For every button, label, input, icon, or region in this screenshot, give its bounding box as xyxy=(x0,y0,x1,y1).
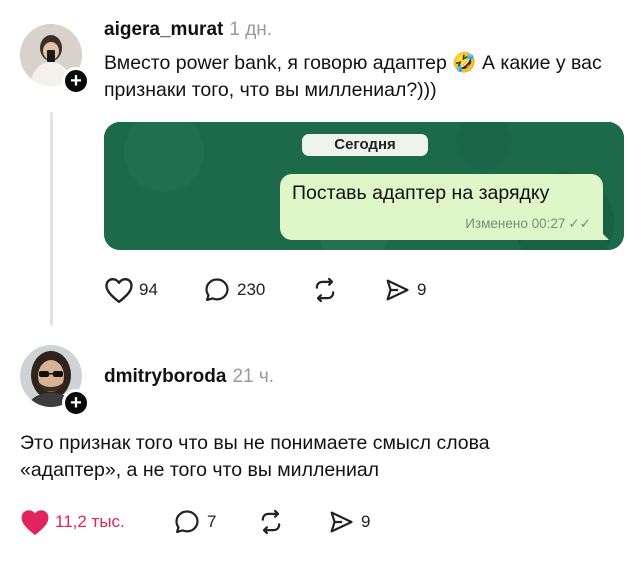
timestamp[interactable]: 1 дн. xyxy=(229,19,272,40)
double-check-icon: ✓✓ xyxy=(568,216,591,231)
share-count: 9 xyxy=(417,280,427,299)
post-image[interactable]: Сегодня Поставь адаптер на зарядку Измен… xyxy=(104,122,624,250)
comment-icon xyxy=(205,278,229,302)
heart-icon xyxy=(105,277,133,304)
bubble-tail xyxy=(599,230,609,240)
heart-icon xyxy=(21,510,49,535)
emoji: 🤣 xyxy=(452,52,477,74)
send-icon xyxy=(386,279,409,301)
like-button[interactable]: 94 xyxy=(104,275,158,305)
reply-count: 7 xyxy=(207,512,217,531)
share-button[interactable]: 9 xyxy=(382,275,426,305)
like-count: 94 xyxy=(139,280,158,299)
follow-plus-button[interactable]: + xyxy=(62,67,90,95)
post-header: dmitryboroda 21 ч. xyxy=(104,366,274,388)
share-count: 9 xyxy=(361,512,371,531)
repost-button[interactable] xyxy=(256,507,286,537)
chat-message: Поставь адаптер на зарядку xyxy=(292,182,550,204)
repost-icon xyxy=(261,509,281,535)
reply-count: 230 xyxy=(237,280,266,299)
reply-button[interactable]: 230 xyxy=(202,275,265,305)
thread-line xyxy=(50,112,53,326)
repost-button[interactable] xyxy=(310,275,340,305)
post-actions: 11,2 тыс. 7 9 xyxy=(20,507,540,537)
username[interactable]: dmitryboroda xyxy=(104,366,226,387)
edited-label: Изменено 00:27 xyxy=(465,216,566,231)
send-icon xyxy=(330,511,353,533)
post-text: Это признак того что вы не понимаете смы… xyxy=(20,432,490,481)
follow-plus-button[interactable]: + xyxy=(62,389,90,417)
like-count: 11,2 тыс. xyxy=(55,512,125,531)
message-meta: Изменено 00:27 ✓✓ xyxy=(465,216,591,232)
post-header: aigera_murat 1 дн. xyxy=(104,19,272,41)
comment-icon xyxy=(175,510,199,534)
like-button[interactable]: 11,2 тыс. xyxy=(20,507,125,537)
timestamp[interactable]: 21 ч. xyxy=(232,366,274,387)
date-chip: Сегодня xyxy=(302,134,428,156)
post-text: Вместо power bank, я говорю адаптер 🤣 А … xyxy=(104,50,624,104)
chat-bubble: Поставь адаптер на зарядку Изменено 00:2… xyxy=(280,174,609,240)
reply-button[interactable]: 7 xyxy=(172,507,216,537)
share-button[interactable]: 9 xyxy=(326,507,370,537)
username[interactable]: aigera_murat xyxy=(104,19,223,40)
post-text-part: Вместо power bank, я говорю адаптер xyxy=(104,52,453,74)
repost-icon xyxy=(315,277,335,303)
post-actions: 94 230 9 xyxy=(104,275,624,305)
